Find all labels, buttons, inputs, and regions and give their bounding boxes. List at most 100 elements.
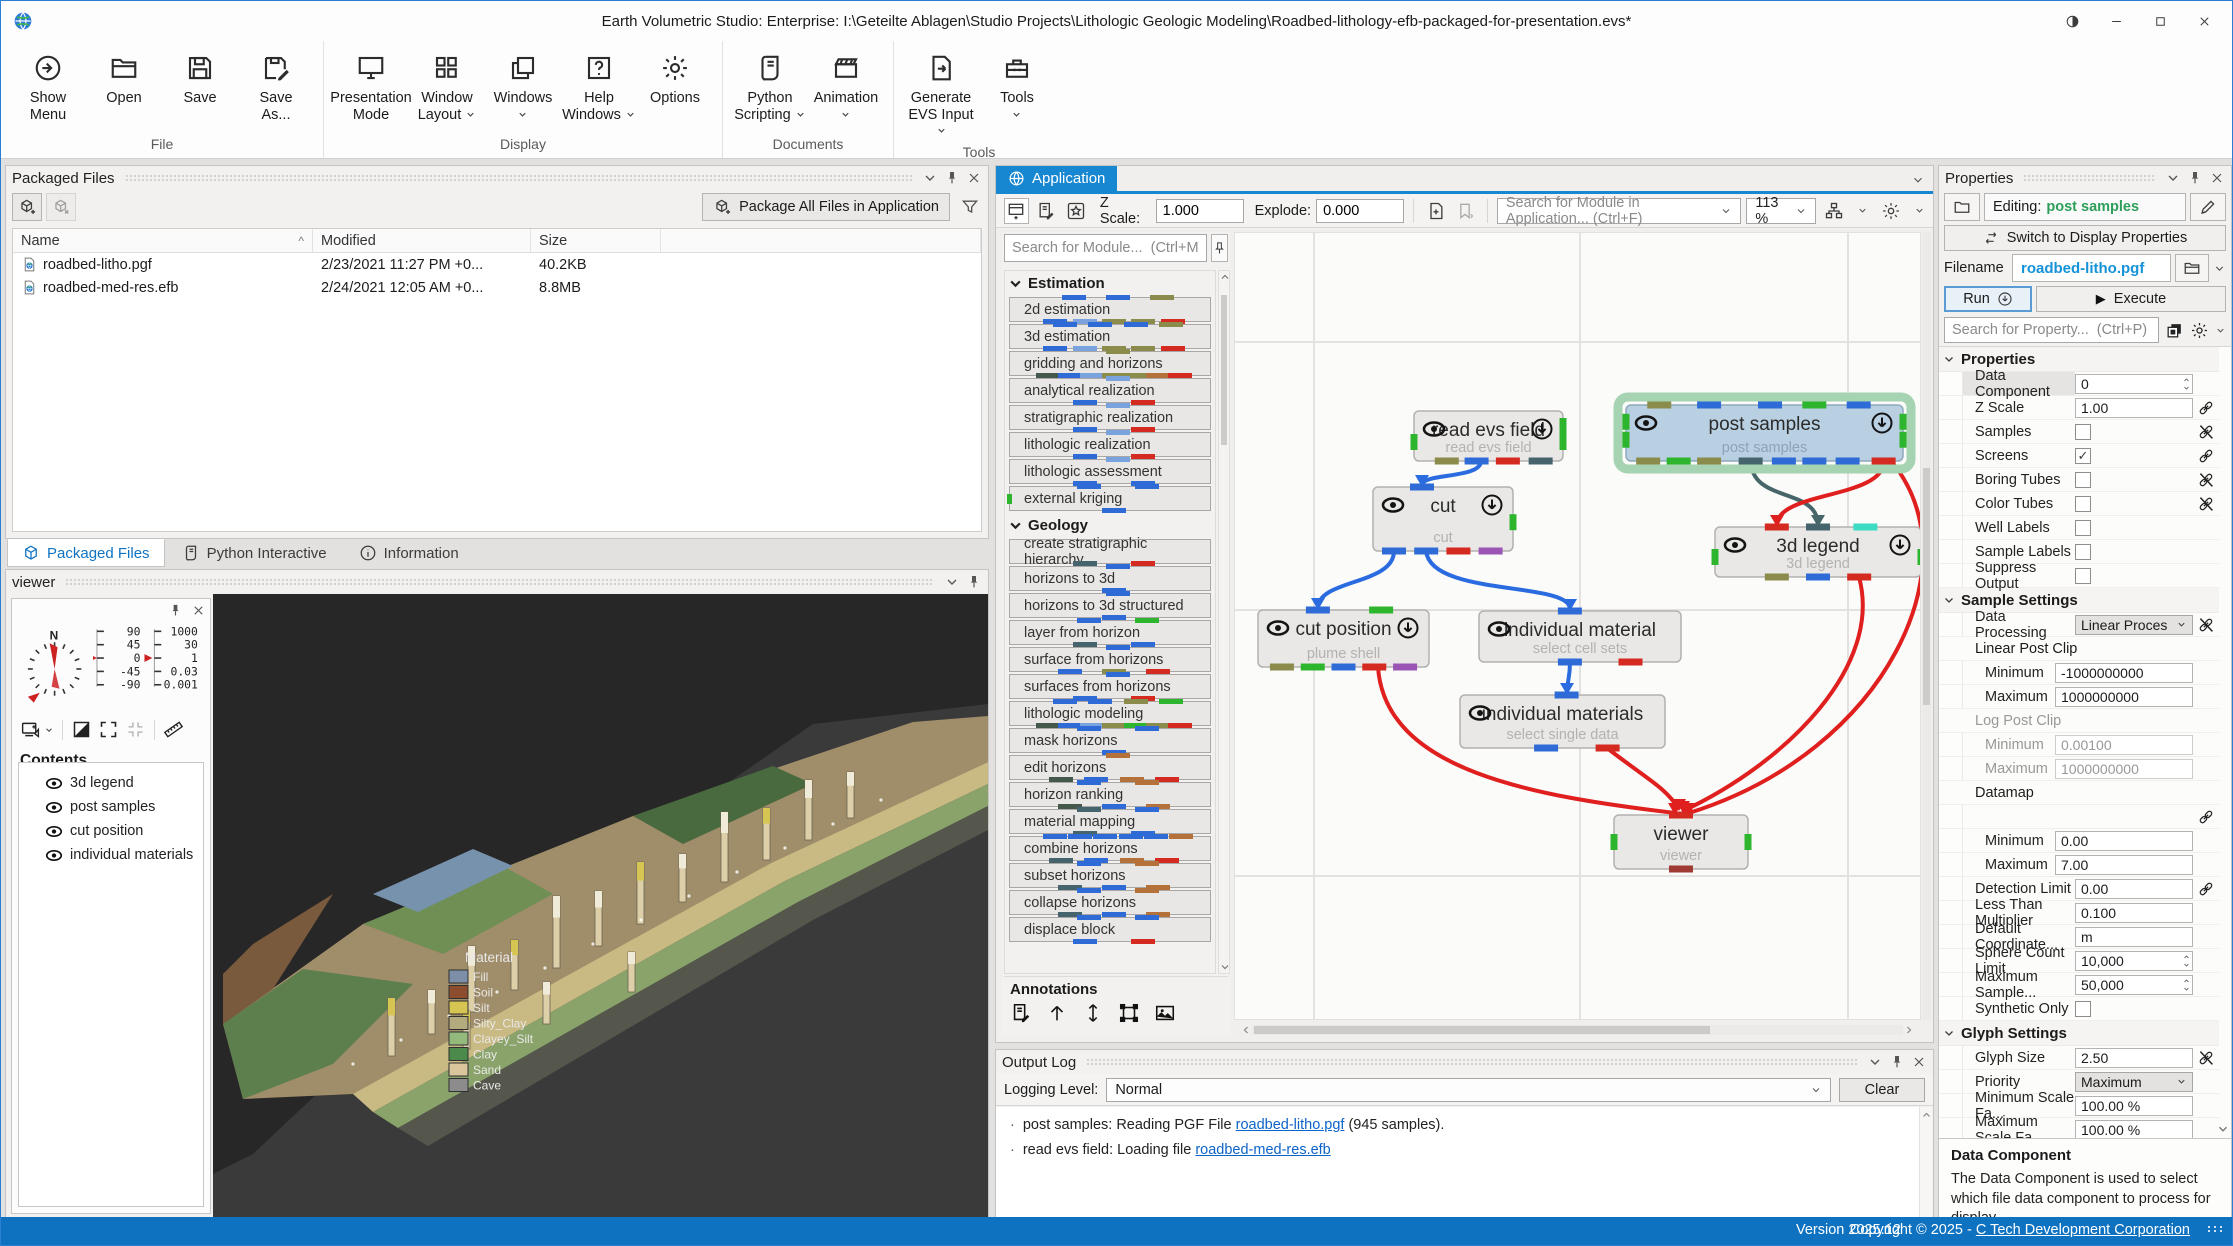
workspace-settings-button[interactable] — [1878, 198, 1904, 224]
column-header-size[interactable]: Size — [531, 229, 661, 252]
chevron-down-icon[interactable] — [44, 725, 54, 735]
module-analytical-realization[interactable]: analytical realization — [1009, 378, 1211, 403]
snapshot-icon[interactable] — [20, 719, 41, 740]
module-horizons-to-3d[interactable]: horizons to 3d — [1009, 566, 1211, 591]
chevron-down-icon[interactable] — [1867, 1054, 1883, 1070]
ribbon-button-options[interactable]: Options — [638, 49, 712, 132]
node-cut[interactable]: cutcut — [1373, 484, 1517, 555]
package-all-files-button[interactable]: Package All Files in Application — [702, 193, 950, 221]
module-layer-from-horizon[interactable]: layer from horizon — [1009, 620, 1211, 645]
remove-package-button[interactable] — [46, 193, 76, 221]
module-palette-search-input[interactable] — [1004, 234, 1207, 262]
scroll-up-icon[interactable] — [1920, 1109, 1933, 1121]
link-icon[interactable] — [2197, 399, 2215, 417]
side-port[interactable] — [1745, 834, 1752, 850]
log-scrollbar[interactable] — [1919, 1107, 1932, 1217]
ribbon-button-show-menu[interactable]: ShowMenu — [11, 49, 85, 132]
property-search-input[interactable] — [1944, 317, 2159, 343]
close-icon[interactable] — [191, 603, 206, 618]
module-subset-horizons[interactable]: subset horizons — [1009, 863, 1211, 888]
output-port[interactable] — [1667, 458, 1691, 465]
measure-icon[interactable] — [163, 719, 184, 740]
side-port[interactable] — [1900, 414, 1907, 430]
output-port[interactable] — [1872, 458, 1896, 465]
panel-drag-area[interactable] — [2023, 174, 2155, 182]
side-port[interactable] — [1510, 514, 1517, 530]
filename-value[interactable]: roadbed-litho.pgf — [2012, 254, 2171, 282]
chevron-down-icon[interactable] — [1914, 205, 1925, 216]
tab-information[interactable]: Information — [344, 539, 474, 567]
output-port[interactable] — [1393, 664, 1417, 671]
output-port[interactable] — [1435, 458, 1459, 465]
minimize-button[interactable] — [2094, 1, 2138, 41]
output-port[interactable] — [1382, 548, 1406, 555]
node-individual-material[interactable]: individual materialselect cell sets — [1479, 608, 1681, 666]
module-collapse-horizons[interactable]: collapse horizons — [1009, 890, 1211, 915]
gear-icon[interactable] — [2190, 321, 2209, 340]
eye-icon[interactable] — [45, 777, 63, 790]
output-port[interactable] — [1596, 745, 1620, 752]
ribbon-button-window-layout[interactable]: WindowLayout — [410, 49, 484, 132]
side-port[interactable] — [1560, 418, 1567, 434]
output-port[interactable] — [1619, 659, 1643, 666]
pin-icon[interactable] — [2187, 170, 2203, 186]
property-dropdown[interactable]: Maximum — [2075, 1072, 2193, 1092]
panel-drag-area[interactable] — [125, 174, 912, 182]
eye-icon[interactable] — [45, 801, 63, 814]
pin-icon[interactable] — [966, 574, 982, 590]
input-port[interactable] — [1647, 402, 1671, 409]
arrow-updown-icon[interactable] — [1082, 1002, 1104, 1024]
property-input[interactable]: 100.00 % — [2075, 1120, 2193, 1139]
output-port[interactable] — [1270, 664, 1294, 671]
contents-item-post-samples[interactable]: post samples — [23, 795, 199, 819]
module-combine-horizons[interactable]: combine horizons — [1009, 836, 1211, 861]
property-checkbox[interactable] — [2075, 496, 2091, 512]
ribbon-button-python-scripting[interactable]: PythonScripting — [733, 49, 807, 132]
module-surface-from-horizons[interactable]: surface from horizons — [1009, 647, 1211, 672]
side-port[interactable] — [1611, 834, 1618, 850]
notes-button[interactable] — [1034, 198, 1059, 224]
column-header-modified[interactable]: Modified — [313, 229, 531, 252]
output-port[interactable] — [1739, 458, 1763, 465]
ribbon-button-animation[interactable]: Animation — [809, 49, 883, 132]
close-icon[interactable] — [966, 170, 982, 186]
zscale-input[interactable] — [1156, 199, 1244, 223]
chevron-down-icon[interactable] — [1857, 205, 1868, 216]
side-port[interactable] — [1623, 432, 1630, 448]
run-button[interactable]: Run — [1944, 286, 2032, 312]
maximize-button[interactable] — [2138, 1, 2182, 41]
property-checkbox[interactable] — [2075, 544, 2091, 560]
palette-pin-button[interactable] — [1211, 234, 1228, 262]
module-horizon-ranking[interactable]: horizon ranking — [1009, 782, 1211, 807]
module-gridding-and-horizons[interactable]: gridding and horizons — [1009, 351, 1211, 376]
arrow-up-icon[interactable] — [1046, 1002, 1068, 1024]
module-lithologic-realization[interactable]: lithologic realization — [1009, 432, 1211, 457]
ribbon-button-generate-evsinput[interactable]: GenerateEVS Input — [904, 49, 978, 140]
ribbon-button-presentation-mode[interactable]: PresentationMode — [334, 49, 408, 132]
property-checkbox[interactable] — [2075, 472, 2091, 488]
property-input[interactable]: m — [2075, 927, 2193, 947]
property-input[interactable]: -1000000000 — [2055, 663, 2193, 683]
chevron-down-icon[interactable] — [1911, 173, 1925, 187]
scroll-up-icon[interactable] — [1219, 271, 1231, 283]
clear-log-button[interactable]: Clear — [1839, 1078, 1925, 1102]
chevron-down-icon[interactable] — [2213, 262, 2226, 275]
link-off-icon[interactable] — [2197, 495, 2215, 513]
log-file-link[interactable]: roadbed-litho.pgf — [1236, 1117, 1345, 1133]
property-input[interactable]: 1000000000 — [2055, 687, 2193, 707]
link-off-icon[interactable] — [2197, 471, 2215, 489]
node-post-samples[interactable]: post samplespost samples — [1618, 397, 1911, 469]
input-port[interactable] — [1847, 402, 1871, 409]
output-port[interactable] — [1465, 458, 1489, 465]
favorites-button[interactable] — [1064, 198, 1089, 224]
module-mask-horizons[interactable]: mask horizons — [1009, 728, 1211, 753]
link-icon[interactable] — [2197, 808, 2215, 826]
property-checkbox[interactable] — [2075, 568, 2091, 584]
pin-icon[interactable] — [1889, 1054, 1905, 1070]
property-input[interactable]: 1000000000 — [2055, 759, 2193, 779]
property-input[interactable]: 1.00 — [2075, 398, 2193, 418]
output-port[interactable] — [1414, 548, 1438, 555]
image-icon[interactable] — [1154, 1002, 1176, 1024]
property-checkbox[interactable] — [2075, 1001, 2091, 1017]
side-port[interactable] — [1712, 549, 1719, 565]
